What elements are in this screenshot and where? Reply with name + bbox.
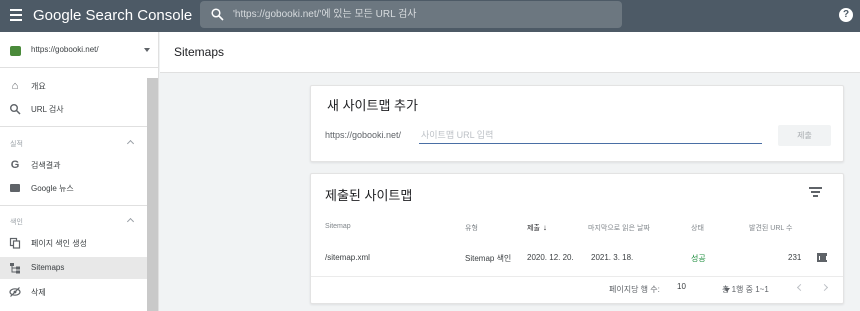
sidebar-item-sitemaps[interactable]: Sitemaps — [0, 257, 147, 279]
property-icon — [10, 46, 21, 56]
google-g-icon: G — [10, 159, 20, 171]
url-inspect-search[interactable] — [200, 1, 622, 28]
column-header-type[interactable]: 유형 — [465, 223, 478, 233]
sitemap-icon — [10, 263, 20, 274]
section-performance-header[interactable]: 실적 — [0, 132, 147, 154]
sidebar-item-label: 검색결과 — [31, 161, 61, 170]
home-icon: ⌂ — [11, 80, 19, 92]
add-sitemap-card: 새 사이트맵 추가 https://gobooki.net/ 제출 — [310, 85, 844, 162]
chevron-down-icon — [144, 48, 150, 52]
search-icon — [10, 104, 21, 115]
section-index-header[interactable]: 색인 — [0, 210, 147, 232]
column-header-sitemap[interactable]: Sitemap — [325, 223, 351, 230]
sidebar-item-google-news[interactable]: Google 뉴스 — [0, 177, 147, 199]
help-icon[interactable]: ? — [839, 8, 853, 22]
app-title[interactable]: Google Search Console — [33, 7, 192, 24]
sitemap-url-input[interactable] — [419, 126, 762, 144]
cell-last-read: 2021. 3. 18. — [591, 253, 634, 262]
news-icon — [9, 182, 21, 194]
submitted-sitemaps-title: 제출된 사이트맵 — [325, 188, 413, 203]
divider — [0, 205, 147, 206]
cell-status: 성공 — [691, 254, 706, 263]
cell-type: Sitemap 색인 — [465, 254, 512, 263]
column-header-submitted[interactable]: 제출 ↓ — [527, 223, 547, 233]
sidebar: https://gobooki.net/ ⌂ 개요 URL 검사 실적 G 검색… — [0, 32, 159, 311]
sidebar-item-overview[interactable]: ⌂ 개요 — [0, 75, 147, 97]
sidebar-item-label: URL 검사 — [31, 105, 64, 114]
search-icon — [211, 8, 224, 21]
rows-per-page-value: 10 — [677, 282, 686, 291]
sidebar-item-removals[interactable]: 삭제 — [0, 281, 147, 303]
column-header-discovered-urls[interactable]: 발견된 URL 수 — [749, 223, 792, 233]
chevron-up-icon — [126, 139, 135, 148]
page-header: Sitemaps — [160, 32, 860, 73]
filter-icon[interactable] — [809, 187, 822, 197]
submit-button[interactable]: 제출 — [778, 125, 831, 146]
rows-per-page-select[interactable]: 10 — [677, 282, 705, 296]
search-input[interactable] — [233, 6, 613, 23]
property-selector[interactable]: https://gobooki.net/ — [0, 32, 159, 68]
add-sitemap-title: 새 사이트맵 추가 — [327, 98, 418, 113]
submitted-sitemaps-card: 제출된 사이트맵 Sitemap 유형 제출 ↓ 마지막으로 읽은 날짜 상태 발… — [310, 173, 844, 304]
chart-icon[interactable] — [817, 253, 827, 262]
sidebar-item-search-results[interactable]: G 검색결과 — [0, 154, 147, 176]
arrow-down-icon: ↓ — [542, 223, 547, 232]
column-header-status[interactable]: 상태 — [691, 223, 704, 233]
copy-icon — [9, 237, 21, 249]
url-prefix: https://gobooki.net/ — [325, 130, 402, 140]
sidebar-item-label: 개요 — [31, 82, 46, 91]
sidebar-item-label: 페이지 색인 생성 — [31, 239, 87, 248]
column-header-last-read[interactable]: 마지막으로 읽은 날짜 — [588, 223, 650, 233]
next-page-icon[interactable] — [819, 283, 829, 293]
eye-off-icon — [9, 287, 21, 297]
pagination-range: 총 1행 중 1~1 — [722, 285, 769, 294]
cell-sitemap: /sitemap.xml — [325, 253, 370, 262]
section-label: 색인 — [10, 219, 23, 226]
section-label: 실적 — [10, 141, 23, 148]
sidebar-item-label: Sitemaps — [31, 263, 65, 272]
divider — [0, 126, 147, 127]
rows-per-page-label: 페이지당 행 수: — [609, 285, 660, 294]
sidebar-scrollbar[interactable] — [147, 78, 158, 311]
column-header-label: 제출 — [527, 225, 540, 232]
divider — [311, 276, 843, 277]
sidebar-item-label: Google 뉴스 — [31, 184, 74, 193]
main-content: Sitemaps 새 사이트맵 추가 https://gobooki.net/ … — [160, 32, 860, 311]
menu-icon[interactable] — [10, 9, 22, 23]
cell-submitted: 2020. 12. 20. — [527, 253, 574, 262]
sidebar-item-label: 삭제 — [31, 288, 46, 297]
sidebar-item-page-indexing[interactable]: 페이지 색인 생성 — [0, 232, 147, 254]
chevron-up-icon — [126, 217, 135, 226]
property-label: https://gobooki.net/ — [31, 45, 99, 54]
previous-page-icon[interactable] — [795, 283, 805, 293]
sidebar-item-url-inspection[interactable]: URL 검사 — [0, 98, 147, 120]
page-title: Sitemaps — [174, 45, 225, 59]
cell-discovered-urls: 231 — [788, 253, 802, 262]
top-app-bar: Google Search Console ? — [0, 0, 860, 32]
